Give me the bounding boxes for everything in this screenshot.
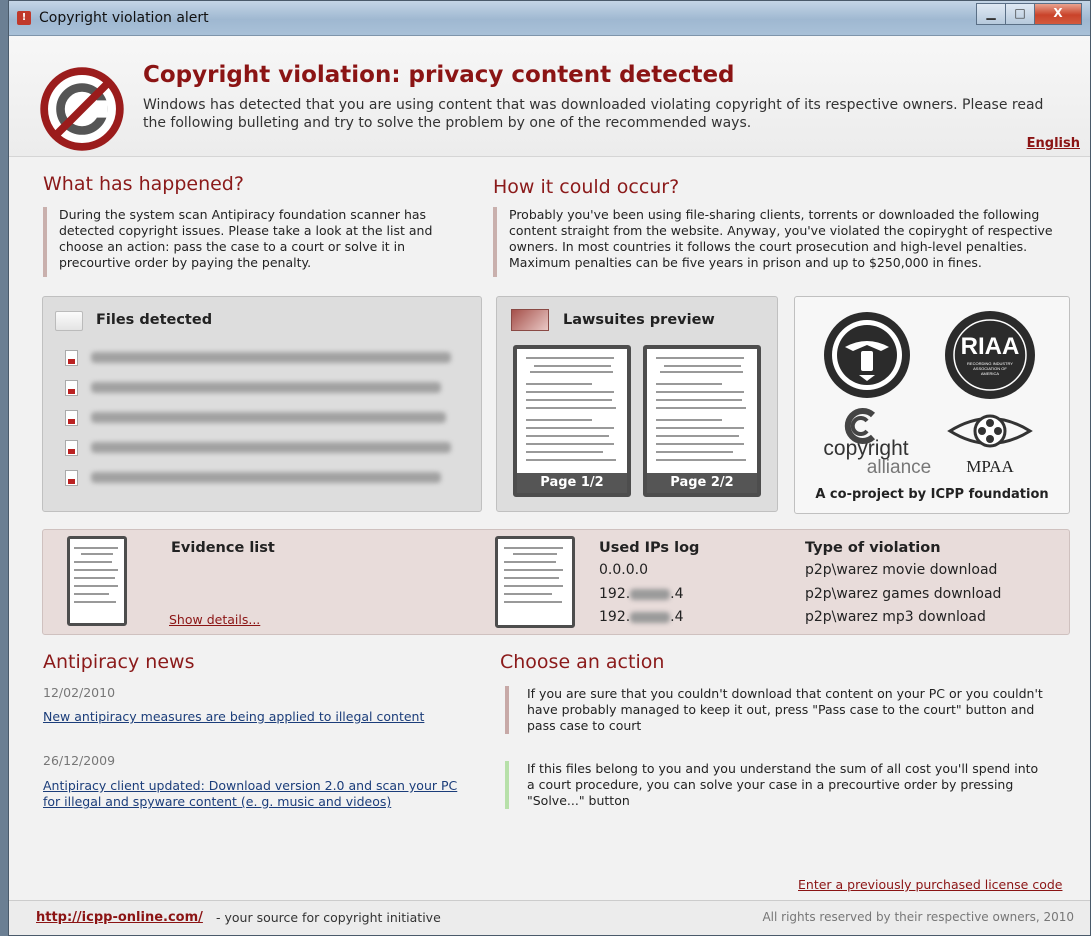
ip-prefix: 192. bbox=[599, 609, 631, 625]
files-detected-panel: Files detected bbox=[42, 296, 482, 512]
what-happened-text: During the system scan Antipiracy founda… bbox=[43, 207, 469, 277]
footer-site-link[interactable]: http://icpp-online.com/ bbox=[36, 910, 203, 925]
alert-window: ! Copyright violation alert ▁ □ X Copyri… bbox=[8, 0, 1091, 936]
antipiracy-news-title: Antipiracy news bbox=[43, 651, 195, 673]
ip-entry: 0.0.0.0 bbox=[599, 562, 648, 578]
evidence-document-icon bbox=[67, 536, 127, 626]
detected-file-row[interactable] bbox=[65, 439, 465, 459]
page-label: Page 2/2 bbox=[647, 473, 757, 493]
mpaa-film-reel-icon bbox=[947, 414, 1033, 448]
lawsuit-icon bbox=[511, 309, 549, 331]
evidence-list-title: Evidence list bbox=[171, 540, 275, 556]
blurred-filename bbox=[91, 472, 441, 483]
footer: http://icpp-online.com/ - your source fo… bbox=[9, 900, 1090, 935]
solve-instruction: If this files belong to you and you unde… bbox=[505, 761, 1047, 809]
blurred-ip-octets bbox=[630, 611, 671, 623]
title-bar[interactable]: ! Copyright violation alert ▁ □ X bbox=[9, 1, 1090, 36]
riaa-logo-icon: RIAA RECORDING INDUSTRY ASSOCIATION OF A… bbox=[943, 309, 1037, 401]
copyright-alliance-line2: alliance bbox=[866, 457, 932, 478]
blurred-filename bbox=[91, 382, 441, 393]
file-icon bbox=[65, 470, 78, 486]
page-headline: Copyright violation: privacy content det… bbox=[143, 62, 735, 88]
folder-icon bbox=[55, 311, 83, 331]
alert-header: Copyright violation: privacy content det… bbox=[9, 36, 1090, 157]
used-ips-title: Used IPs log bbox=[599, 540, 700, 556]
file-icon bbox=[65, 410, 78, 426]
pass-to-court-instruction: If you are sure that you couldn't downlo… bbox=[505, 686, 1047, 734]
window-title: Copyright violation alert bbox=[39, 10, 209, 26]
coproject-panel: RIAA RECORDING INDUSTRY ASSOCIATION OF A… bbox=[794, 296, 1070, 514]
news-date: 26/12/2009 bbox=[43, 753, 116, 768]
what-happened-title: What has happened? bbox=[43, 173, 244, 195]
language-link[interactable]: English bbox=[1027, 136, 1080, 151]
evidence-panel: Evidence list Show details... Used IPs l… bbox=[42, 529, 1070, 635]
window-controls: ▁ □ X bbox=[976, 3, 1082, 25]
license-code-link[interactable]: Enter a previously purchased license cod… bbox=[798, 877, 1062, 892]
blurred-filename bbox=[91, 352, 451, 363]
detected-file-row[interactable] bbox=[65, 469, 465, 489]
lawsuits-preview-panel: Lawsuites preview Page 1/2 Page 2/2 bbox=[496, 296, 778, 512]
ip-log-document-icon bbox=[495, 536, 575, 628]
ip-suffix: .4 bbox=[670, 586, 684, 602]
file-icon bbox=[65, 440, 78, 456]
riaa-text: RIAA bbox=[960, 333, 1020, 360]
detected-file-row[interactable] bbox=[65, 349, 465, 369]
lawsuit-page-2[interactable]: Page 2/2 bbox=[643, 345, 761, 497]
footer-tagline: - your source for copyright initiative bbox=[216, 910, 441, 925]
news-link[interactable]: New antipiracy measures are being applie… bbox=[43, 709, 463, 725]
ip-entry: 192. .4 bbox=[599, 609, 684, 625]
blurred-ip-octets bbox=[630, 588, 671, 600]
file-icon bbox=[65, 380, 78, 396]
mpaa-text: MPAA bbox=[966, 457, 1014, 476]
footer-rights: All rights reserved by their respective … bbox=[762, 910, 1074, 924]
violation-entry: p2p\warez mp3 download bbox=[805, 609, 986, 625]
page-label: Page 1/2 bbox=[517, 473, 627, 493]
eagle-seal-logo-icon bbox=[824, 312, 910, 398]
blurred-filename bbox=[91, 412, 446, 423]
violation-type-title: Type of violation bbox=[805, 540, 941, 556]
lawsuits-preview-title: Lawsuites preview bbox=[563, 312, 715, 328]
lawsuit-page-1[interactable]: Page 1/2 bbox=[513, 345, 631, 497]
header-description: Windows has detected that you are using … bbox=[143, 97, 1044, 131]
ip-entry: 192. .4 bbox=[599, 586, 684, 602]
ip-suffix: .4 bbox=[670, 609, 684, 625]
close-button[interactable]: X bbox=[1034, 3, 1082, 25]
riaa-ring-text: RECORDING INDUSTRY ASSOCIATION OF AMERIC… bbox=[967, 361, 1013, 376]
files-detected-title: Files detected bbox=[96, 312, 213, 328]
violation-entry: p2p\warez movie download bbox=[805, 562, 998, 578]
detected-file-row[interactable] bbox=[65, 379, 465, 399]
minimize-button[interactable]: ▁ bbox=[976, 3, 1006, 25]
news-link[interactable]: Antipiracy client updated: Download vers… bbox=[43, 778, 473, 810]
news-date: 12/02/2010 bbox=[43, 685, 116, 700]
no-copyright-logo-icon bbox=[40, 67, 124, 151]
choose-action-title: Choose an action bbox=[500, 651, 665, 673]
file-icon bbox=[65, 350, 78, 366]
alert-app-icon: ! bbox=[17, 11, 31, 25]
violation-entry: p2p\warez games download bbox=[805, 586, 1002, 602]
ip-prefix: 0.0.0.0 bbox=[599, 562, 648, 578]
how-occur-text: Probably you've been using file-sharing … bbox=[493, 207, 1054, 277]
detected-file-row[interactable] bbox=[65, 409, 465, 429]
show-details-link[interactable]: Show details... bbox=[169, 612, 260, 627]
coproject-caption: A co-project by ICPP foundation bbox=[815, 487, 1049, 502]
ip-prefix: 192. bbox=[599, 586, 631, 602]
maximize-button[interactable]: □ bbox=[1005, 3, 1035, 25]
how-occur-title: How it could occur? bbox=[493, 176, 680, 198]
blurred-filename bbox=[91, 442, 451, 453]
